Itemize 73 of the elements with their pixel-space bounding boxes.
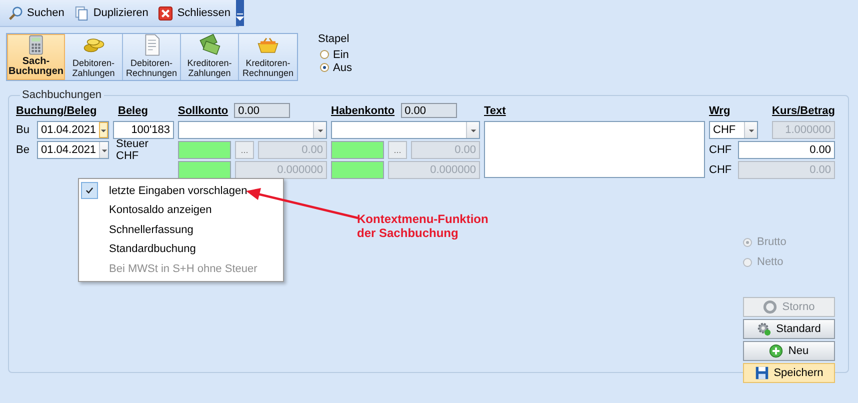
search-icon [8,6,23,20]
rate-field: 1.000000 [772,121,835,139]
date-field[interactable]: 01.04.2021 [37,141,109,159]
dropdown-icon [470,126,476,134]
browse-button[interactable]: ... [235,141,254,159]
account-field[interactable] [178,141,231,159]
currency-label: CHF [709,164,732,176]
account-field[interactable] [331,160,384,178]
menu-item[interactable]: Standardbuchung [79,240,283,259]
column-header: Sollkonto [178,104,228,116]
rate-field: 0.000000 [388,160,480,178]
dropdown-icon [316,126,324,134]
action-button[interactable]: Standard [743,319,835,339]
radio-label: Netto [757,256,784,268]
radio-button[interactable] [320,50,329,59]
action-button[interactable]: Neu [743,341,835,361]
account-combo[interactable] [331,121,480,139]
banknotes-icon [198,34,222,56]
row-label: Bu [16,124,30,136]
toolbar-button[interactable]: Suchen [3,1,70,25]
documents-icon [74,6,90,20]
close-icon [158,6,174,20]
account-combo[interactable] [178,121,327,139]
gear-icon [757,322,772,336]
stapel-label: Stapel [318,33,350,45]
currency-label: CHF [709,144,732,156]
column-header: Text [484,104,507,116]
rate-field: 0.000000 [235,160,327,178]
browse-button[interactable]: ... [388,141,407,159]
save-icon [754,366,769,380]
action-button[interactable]: Speichern [743,363,835,383]
balance-field: 0.00 [234,103,290,118]
column-header: Wrg [709,104,730,116]
menu-item[interactable]: Schnellerfassung [79,220,283,240]
radio-button[interactable] [320,63,329,72]
module-tab[interactable]: Sach- Buchungen [7,34,65,80]
module-tab[interactable]: Kreditoren- Zahlungen [181,34,239,80]
dropdown-icon [748,126,754,134]
overflow-button[interactable] [236,0,244,26]
module-tab[interactable]: Debitoren- Zahlungen [65,34,123,80]
radio-label: Ein [333,48,349,60]
receipt-field[interactable]: 100'183 [113,121,174,139]
text-field[interactable] [484,121,705,178]
account-field[interactable] [178,160,231,178]
annotation-text: Kontextmenu-Funktion der Sachbuchung [357,212,488,240]
column-header: Beleg [117,104,149,116]
tax-label: Steuer CHF [115,138,150,162]
column-header: Habenkonto [331,104,395,116]
menu-item[interactable]: letzte Eingaben vorschlagen [79,181,283,200]
undo-icon [763,300,778,314]
add-icon [769,344,784,358]
dropdown-icon [100,146,108,154]
column-header: Kurs/Betrag [772,104,835,116]
radio-label: Brutto [757,236,786,248]
amount-field: 0.00 [258,141,327,159]
currency-combo[interactable]: CHF [709,121,758,139]
toolbar-button[interactable]: Schliessen [153,1,236,25]
module-tab[interactable]: Debitoren- Rechnungen [123,34,181,80]
amount-field[interactable]: 0.00 [738,141,835,159]
group-title: Sachbuchungen [21,89,103,101]
module-tab[interactable]: Kreditoren- Rechnungen [239,34,297,80]
column-header: Buchung/Beleg [16,104,98,116]
dropdown-icon [100,126,108,134]
menu-item[interactable]: Kontosaldo anzeigen [79,200,283,220]
amount-field: 0.00 [738,160,835,178]
amount-field: 0.00 [411,141,480,159]
row-label: Be [16,144,30,156]
radio-label: Aus [333,62,352,74]
balance-field: 0.00 [400,103,457,118]
account-field[interactable] [331,141,384,159]
date-field[interactable]: 01.04.2021 [37,121,109,139]
toolbar-button[interactable]: Duplizieren [69,1,154,25]
dropdown-icon [236,12,244,22]
